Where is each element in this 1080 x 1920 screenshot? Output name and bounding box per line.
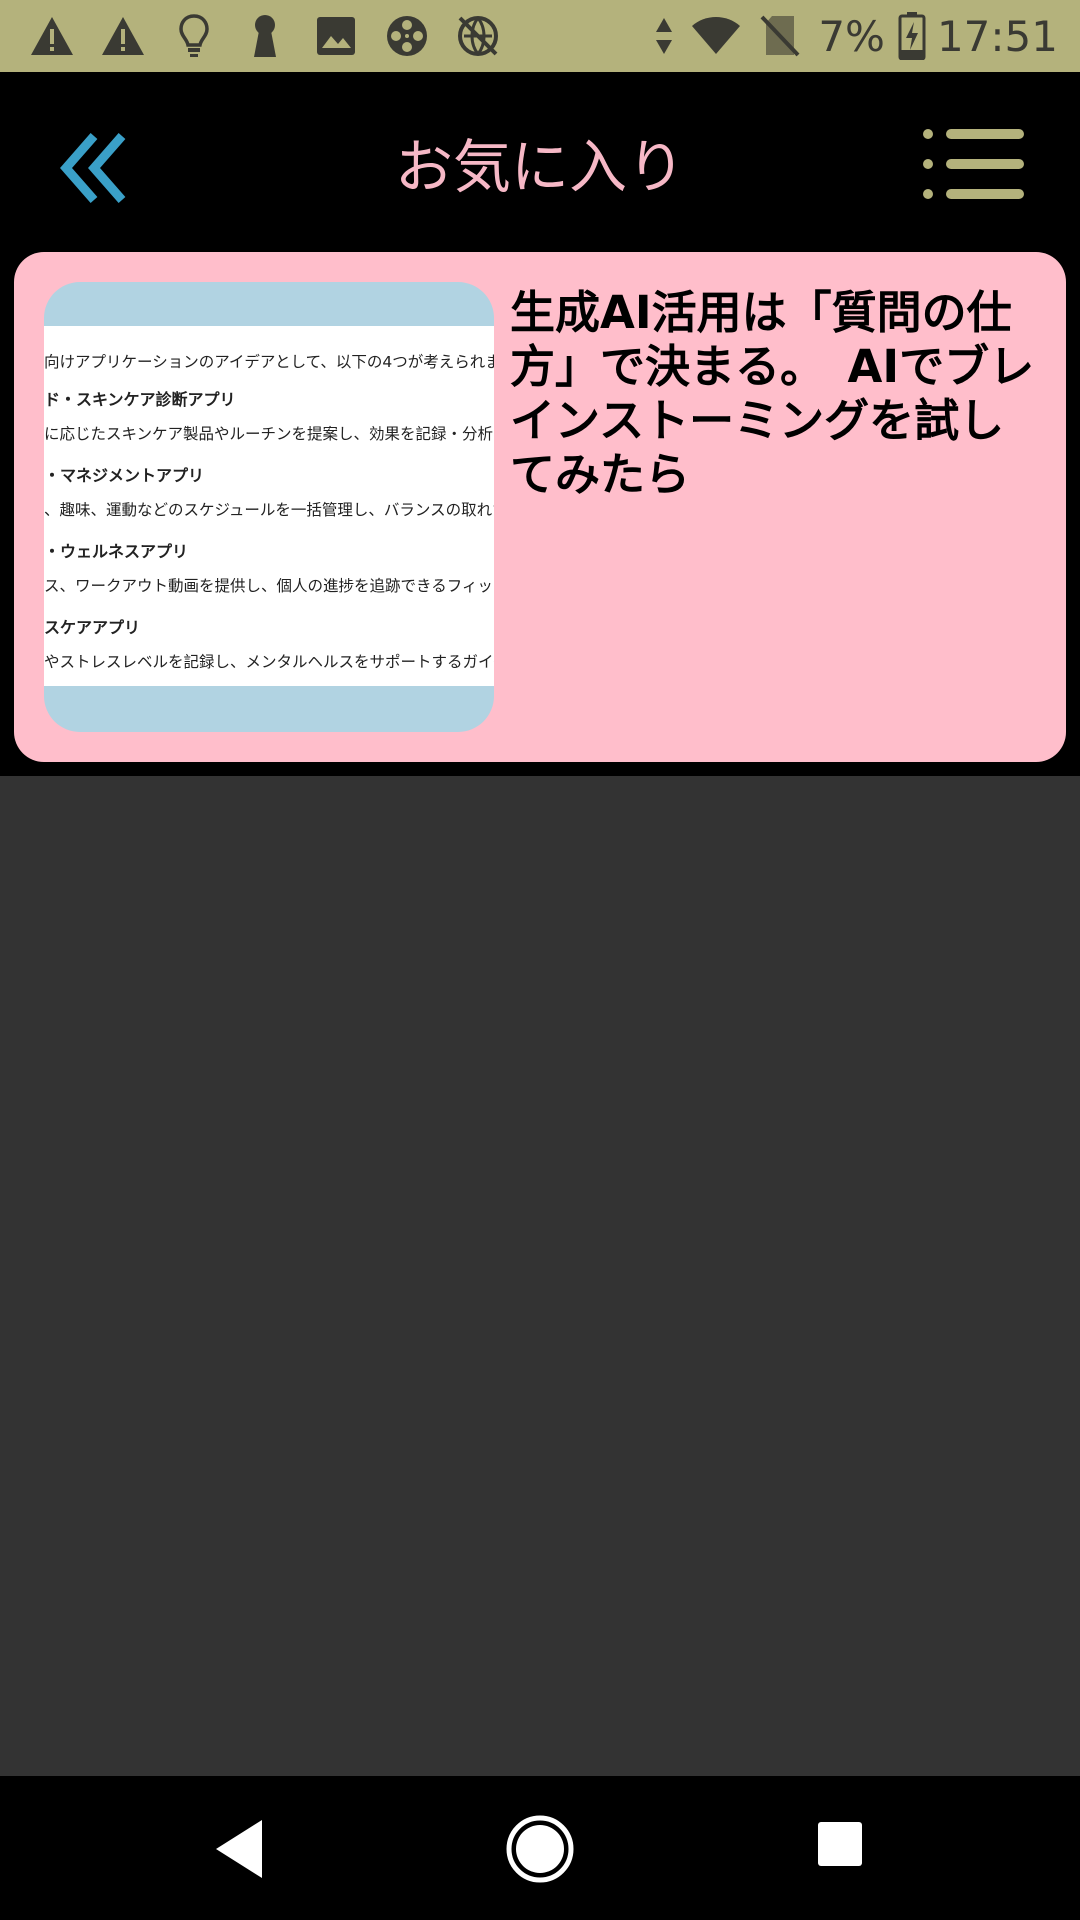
thumbnail-text: に応じたスキンケア製品やルーチンを提案し、効果を記録・分析できるア xyxy=(44,425,494,443)
thumbnail-heading: スケアアプリ xyxy=(44,618,141,637)
warning-icon xyxy=(28,12,76,60)
nav-recents-button[interactable] xyxy=(818,1822,862,1866)
thumbnail-heading: ・ウェルネスアプリ xyxy=(44,542,189,561)
film-reel-icon xyxy=(383,12,431,60)
battery-charging-icon xyxy=(897,12,927,60)
thumbnail-heading: ・マネジメントアプリ xyxy=(44,466,205,485)
app-bar: お気に入り xyxy=(0,72,1080,248)
menu-button[interactable] xyxy=(922,124,1026,204)
page-title: お気に入り xyxy=(394,133,685,201)
no-sim-icon xyxy=(756,12,804,60)
warning-icon xyxy=(99,12,147,60)
no-network-icon xyxy=(454,12,502,60)
system-nav-bar xyxy=(0,1776,1080,1920)
article-title[interactable]: 生成AI活用は「質問の仕方」で決まる。 AIでブレインストーミングを試してみたら xyxy=(510,286,1040,502)
status-icons-right: 7% 17:51 xyxy=(652,0,1058,72)
thumbnail-text: 、趣味、運動などのスケジュールを一括管理し、バランスの取れた生活を xyxy=(44,501,494,519)
thumbnail-text: 向けアプリケーションのアイデアとして、以下の4つが考えられます。 xyxy=(44,353,494,371)
wifi-icon xyxy=(690,12,742,60)
thumbnail-document: 向けアプリケーションのアイデアとして、以下の4つが考えられます。 ド・スキンケア… xyxy=(44,326,494,686)
battery-percent: 7% xyxy=(818,11,885,61)
article-thumbnail: 向けアプリケーションのアイデアとして、以下の4つが考えられます。 ド・スキンケア… xyxy=(44,282,494,732)
status-bar: 7% 17:51 xyxy=(0,0,1080,72)
data-arrows-icon xyxy=(652,12,676,60)
lightbulb-icon xyxy=(170,12,218,60)
thumbnail-text: ス、ワークアウト動画を提供し、個人の進捗を追跡できるフィットネスア xyxy=(44,577,494,595)
favorite-card[interactable]: 向けアプリケーションのアイデアとして、以下の4つが考えられます。 ド・スキンケア… xyxy=(14,252,1066,762)
image-icon xyxy=(312,12,360,60)
status-icons-left xyxy=(28,12,525,60)
status-clock: 17:51 xyxy=(936,11,1058,61)
nav-home-icon xyxy=(506,1815,574,1883)
nav-home-button[interactable] xyxy=(505,1814,575,1884)
keyhole-icon xyxy=(241,12,289,60)
thumbnail-heading: ド・スキンケア診断アプリ xyxy=(44,390,236,409)
nav-back-icon xyxy=(216,1820,262,1878)
list-menu-icon xyxy=(923,129,1024,199)
favorites-list: 向けアプリケーションのアイデアとして、以下の4つが考えられます。 ド・スキンケア… xyxy=(0,248,1080,776)
nav-back-button[interactable] xyxy=(210,1814,280,1884)
thumbnail-text: やストレスレベルを記録し、メンタルヘルスをサポートするガイダンスやリラ xyxy=(44,653,494,671)
